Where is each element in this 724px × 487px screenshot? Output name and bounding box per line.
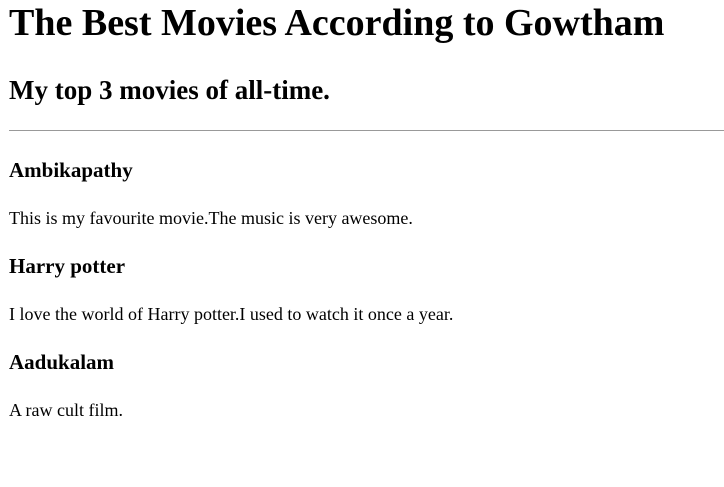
- page-content: The Best Movies According to Gowtham My …: [0, 0, 724, 421]
- page-subtitle: My top 3 movies of all-time.: [9, 75, 330, 105]
- movie-description: A raw cult film.: [9, 400, 123, 420]
- movie-description: This is my favourite movie.The music is …: [9, 208, 413, 228]
- movie-title: Ambikapathy: [9, 158, 133, 182]
- divider: [9, 130, 724, 131]
- movie-description: I love the world of Harry potter.I used …: [9, 304, 454, 324]
- movie-entry-ambikapathy: Ambikapathy This is my favourite movie.T…: [9, 158, 715, 229]
- movie-title: Aadukalam: [9, 350, 115, 374]
- movie-entry-aadukalam: Aadukalam A raw cult film.: [9, 350, 715, 421]
- movie-entry-harry-potter: Harry potter I love the world of Harry p…: [9, 254, 715, 325]
- movie-title: Harry potter: [9, 254, 126, 278]
- page-title: The Best Movies According to Gowtham: [9, 2, 665, 44]
